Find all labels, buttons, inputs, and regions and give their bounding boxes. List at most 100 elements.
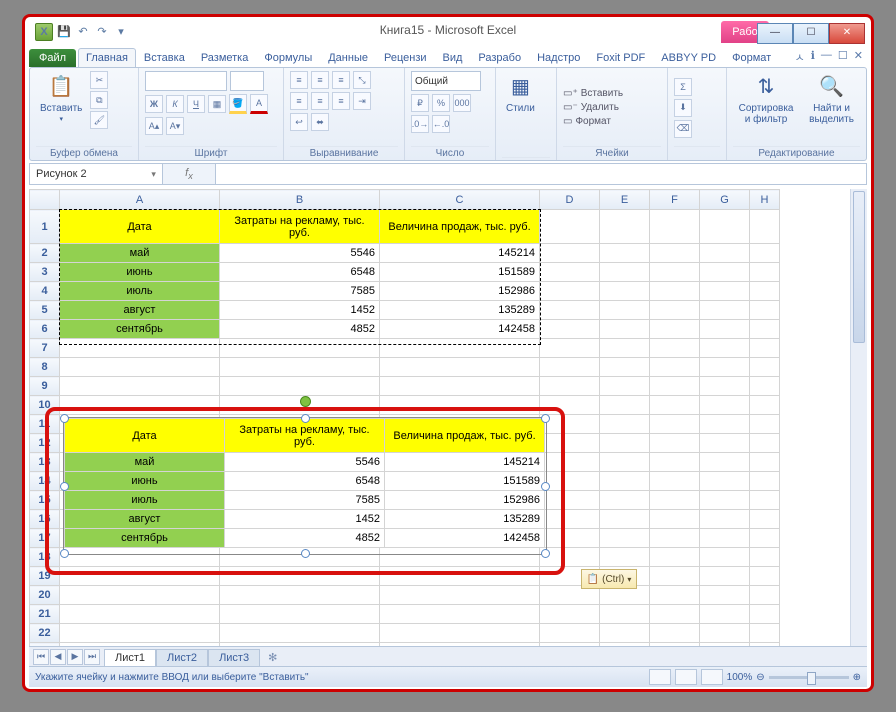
cell[interactable] bbox=[600, 472, 650, 491]
cell[interactable] bbox=[600, 415, 650, 434]
cell[interactable] bbox=[650, 339, 700, 358]
cell[interactable] bbox=[380, 624, 540, 643]
cell[interactable] bbox=[650, 510, 700, 529]
cell[interactable]: 1452 bbox=[220, 301, 380, 320]
row-header[interactable]: 21 bbox=[30, 605, 60, 624]
cell[interactable] bbox=[600, 358, 650, 377]
doc-restore-icon[interactable]: ☐ bbox=[838, 49, 848, 65]
sort-filter-button[interactable]: ⇅Сортировка и фильтр bbox=[733, 71, 799, 127]
cell[interactable] bbox=[650, 529, 700, 548]
cell[interactable] bbox=[700, 396, 750, 415]
row-header[interactable]: 9 bbox=[30, 377, 60, 396]
cell[interactable] bbox=[750, 510, 780, 529]
doc-close-icon[interactable]: ✕ bbox=[854, 49, 863, 65]
maximize-button[interactable]: ☐ bbox=[793, 23, 829, 44]
cell[interactable]: июнь bbox=[60, 263, 220, 282]
ribbon-tab-9[interactable]: Foxit PDF bbox=[588, 48, 653, 67]
currency[interactable]: ₽ bbox=[411, 94, 429, 112]
cell[interactable]: 142458 bbox=[380, 320, 540, 339]
comma[interactable]: 000 bbox=[453, 94, 471, 112]
font-name-box[interactable] bbox=[145, 71, 227, 91]
cell[interactable] bbox=[60, 624, 220, 643]
minimize-ribbon-icon[interactable]: ㅅ bbox=[795, 49, 805, 65]
cell[interactable] bbox=[700, 491, 750, 510]
cell[interactable] bbox=[540, 491, 600, 510]
cell[interactable] bbox=[600, 282, 650, 301]
col-header[interactable]: D bbox=[540, 190, 600, 210]
cell[interactable] bbox=[650, 263, 700, 282]
sheet-tab-1[interactable]: Лист2 bbox=[156, 649, 208, 666]
cell[interactable]: сентябрь bbox=[60, 320, 220, 339]
wrap-text[interactable]: ↩ bbox=[290, 113, 308, 131]
cell[interactable] bbox=[380, 567, 540, 586]
cell[interactable] bbox=[540, 377, 600, 396]
cell[interactable] bbox=[60, 339, 220, 358]
minimize-button[interactable]: — bbox=[757, 23, 793, 44]
sheet-nav[interactable]: ⏮◀▶⏭ bbox=[29, 649, 104, 665]
handle-r[interactable] bbox=[541, 482, 550, 491]
cell[interactable] bbox=[650, 396, 700, 415]
row-header[interactable]: 3 bbox=[30, 263, 60, 282]
align-mid[interactable]: ≡ bbox=[311, 71, 329, 89]
cell[interactable] bbox=[600, 301, 650, 320]
new-sheet-button[interactable]: ✻ bbox=[260, 649, 285, 666]
cell[interactable]: май bbox=[60, 244, 220, 263]
cell[interactable] bbox=[750, 377, 780, 396]
cell[interactable] bbox=[700, 320, 750, 339]
vertical-scrollbar[interactable] bbox=[850, 189, 867, 647]
handle-br[interactable] bbox=[541, 549, 550, 558]
cell[interactable] bbox=[750, 320, 780, 339]
cell[interactable]: Затраты на рекламу, тыс. руб. bbox=[220, 210, 380, 244]
cell[interactable] bbox=[700, 301, 750, 320]
align-bot[interactable]: ≡ bbox=[332, 71, 350, 89]
copy-icon[interactable]: ⧉ bbox=[90, 91, 108, 109]
col-header[interactable]: A bbox=[60, 190, 220, 210]
border-button[interactable]: ▦ bbox=[208, 95, 226, 113]
cell[interactable] bbox=[650, 472, 700, 491]
formula-input[interactable] bbox=[216, 163, 867, 185]
row-header[interactable]: 19 bbox=[30, 567, 60, 586]
col-header[interactable]: H bbox=[750, 190, 780, 210]
cell[interactable] bbox=[700, 529, 750, 548]
align-right[interactable]: ≡ bbox=[332, 92, 350, 110]
zoom-out[interactable]: ⊖ bbox=[756, 672, 764, 683]
cell[interactable] bbox=[380, 377, 540, 396]
close-button[interactable]: ✕ bbox=[829, 23, 865, 44]
ribbon-tab-2[interactable]: Разметка bbox=[193, 48, 257, 67]
handle-t[interactable] bbox=[301, 414, 310, 423]
cell[interactable] bbox=[750, 529, 780, 548]
row-header[interactable]: 5 bbox=[30, 301, 60, 320]
view-layout[interactable] bbox=[675, 669, 697, 685]
cell[interactable] bbox=[750, 605, 780, 624]
cell[interactable] bbox=[60, 586, 220, 605]
row-header[interactable]: 11 bbox=[30, 415, 60, 434]
cell[interactable] bbox=[650, 567, 700, 586]
cell[interactable] bbox=[540, 263, 600, 282]
underline-button[interactable]: Ч bbox=[187, 95, 205, 113]
ribbon-tab-10[interactable]: ABBYY PD bbox=[653, 48, 724, 67]
cell[interactable]: Дата bbox=[60, 210, 220, 244]
bold-button[interactable]: Ж bbox=[145, 95, 163, 113]
row-header[interactable]: 17 bbox=[30, 529, 60, 548]
cell[interactable] bbox=[600, 510, 650, 529]
handle-b[interactable] bbox=[301, 549, 310, 558]
handle-l[interactable] bbox=[60, 482, 69, 491]
cell[interactable] bbox=[750, 548, 780, 567]
row-header[interactable]: 7 bbox=[30, 339, 60, 358]
cell[interactable] bbox=[700, 548, 750, 567]
fill-color-button[interactable]: 🪣 bbox=[229, 94, 247, 114]
col-header[interactable]: E bbox=[600, 190, 650, 210]
cell[interactable] bbox=[540, 358, 600, 377]
zoom-slider[interactable] bbox=[769, 676, 849, 679]
percent[interactable]: % bbox=[432, 94, 450, 112]
cell[interactable] bbox=[600, 339, 650, 358]
font-color-button[interactable]: A bbox=[250, 94, 268, 114]
cell[interactable] bbox=[600, 263, 650, 282]
col-header[interactable]: G bbox=[700, 190, 750, 210]
cell[interactable] bbox=[600, 320, 650, 339]
cell[interactable] bbox=[540, 339, 600, 358]
cut-icon[interactable]: ✂ bbox=[90, 71, 108, 89]
cell[interactable] bbox=[650, 548, 700, 567]
cell[interactable] bbox=[700, 586, 750, 605]
cell[interactable] bbox=[750, 624, 780, 643]
